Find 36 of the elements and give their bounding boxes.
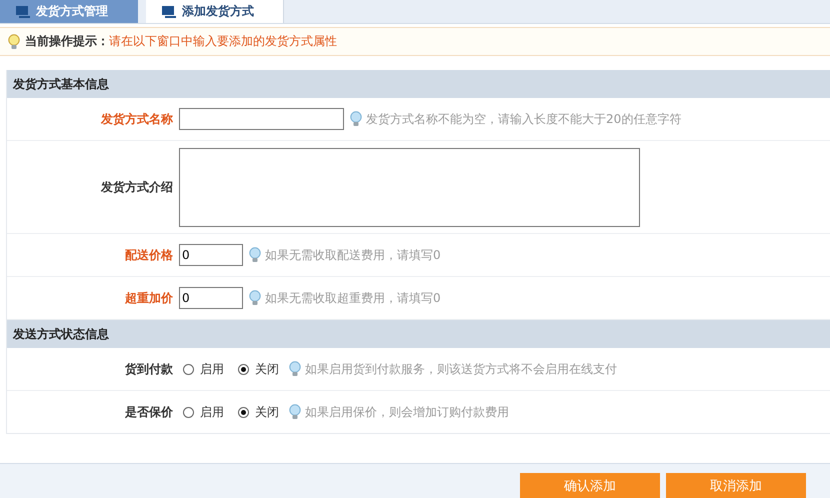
radio-button[interactable] [183,364,194,374]
tab[interactable]: 添加发货方式 [146,0,284,23]
hint-text: 如果启用保价，则会增加订购付款费用 [305,404,509,420]
radio-label[interactable]: 关闭 [255,404,279,420]
field-label: 配送价格 [124,246,174,264]
hint-text: 如果启用货到付款服务，则该送货方式将不会启用在线支付 [305,360,617,378]
field-label: 发货方式名称 [100,110,174,128]
textarea-field[interactable] [179,148,640,226]
radio-label[interactable]: 关闭 [255,360,279,378]
field-label: 货到付款 [124,360,174,378]
tip-label: 当前操作提示： [25,33,109,50]
radio-button[interactable] [183,406,194,418]
tip-text: 请在以下窗口中输入要添加的发货方式属性 [109,33,337,50]
section-title: 发货方式基本信息 [13,76,109,92]
input-field[interactable]: 0 [179,244,243,266]
lightbulb-icon [249,247,261,263]
window-icon [162,6,176,18]
lightbulb-icon [350,111,362,127]
field-label: 发货方式介绍 [100,178,174,196]
field-label: 是否保价 [124,404,174,420]
lightbulb-icon [289,361,301,377]
hint-text: 如果无需收取超重费用，请填写0 [265,290,441,306]
field-label: 超重加价 [124,290,174,306]
input-field[interactable]: 0 [179,287,243,309]
radio-button[interactable] [238,406,249,418]
section-title: 发送方式状态信息 [13,326,109,342]
radio-label[interactable]: 启用 [200,404,224,420]
radio-label[interactable]: 启用 [200,360,224,378]
input-field[interactable] [179,108,344,130]
lightbulb-icon [8,34,20,50]
hint-text: 如果无需收取配送费用，请填写0 [265,246,441,264]
lightbulb-icon [289,404,301,420]
radio-button[interactable] [238,364,249,374]
hint-text: 发货方式名称不能为空，请输入长度不能大于20的任意字符 [366,110,682,128]
lightbulb-icon [249,290,261,306]
window-icon [16,6,30,18]
